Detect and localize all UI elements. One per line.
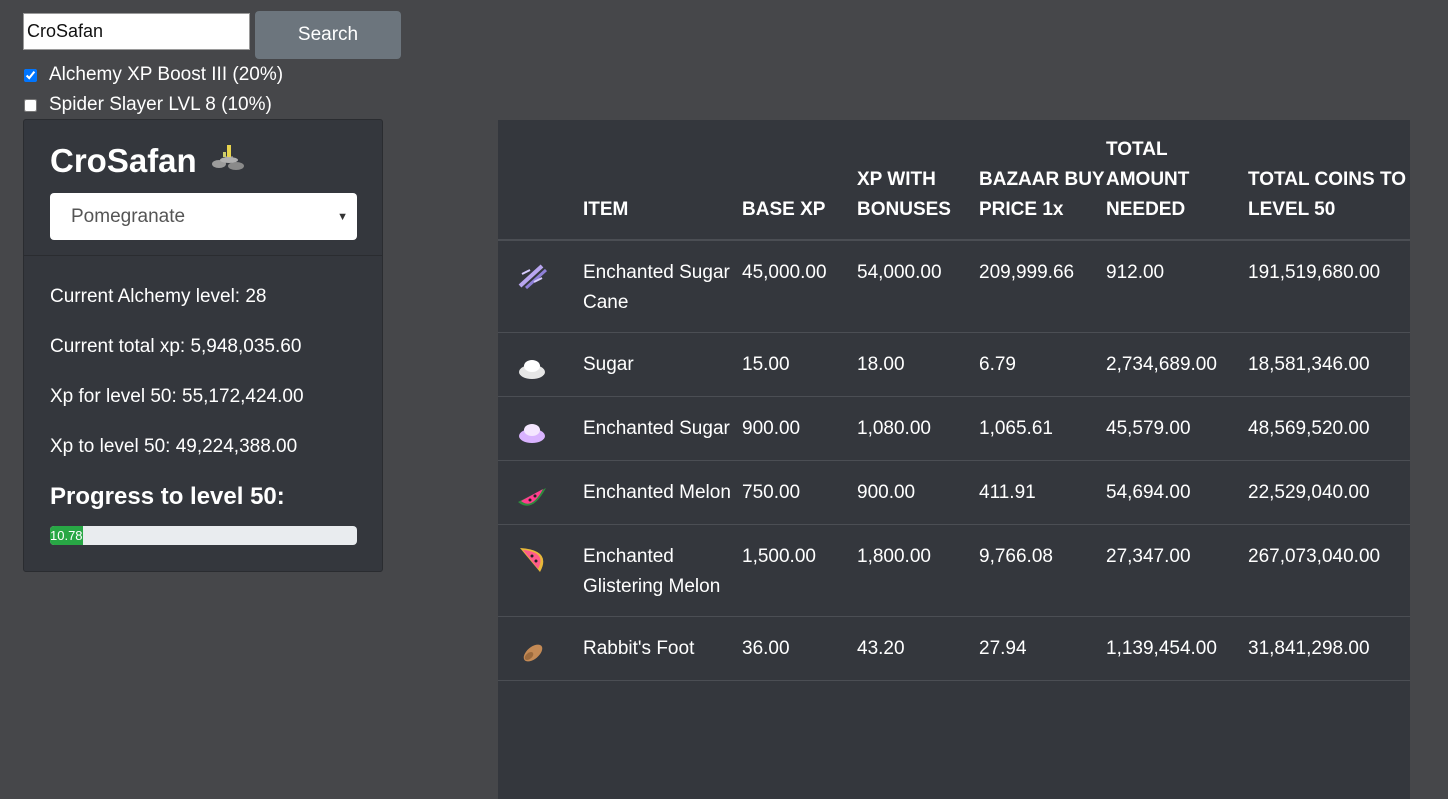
item-xp-bonus: 18.00 (857, 332, 979, 397)
item-base-xp: 900.00 (742, 396, 857, 461)
enchanted-glistering-melon-icon (520, 548, 544, 572)
table-row: Enchanted Melon 750.00 900.00 411.91 54,… (498, 460, 1410, 525)
profile-card-header: CroSafan Pomegranate ▼ (24, 120, 382, 256)
item-amount: 912.00 (1106, 240, 1248, 333)
profile-select-value: Pomegranate (71, 205, 186, 227)
item-coins: 18,581,346.00 (1248, 332, 1410, 397)
search-input[interactable] (23, 13, 250, 50)
item-base-xp: 1,500.00 (742, 524, 857, 617)
item-icon-cell (498, 524, 583, 617)
boost-spider-slayer-checkbox[interactable] (24, 98, 37, 112)
item-amount: 27,347.00 (1106, 524, 1248, 617)
item-coins: 22,529,040.00 (1248, 460, 1410, 525)
item-xp-bonus: 43.20 (857, 616, 979, 681)
header-bazaar-price: BAZAAR BUY PRICE 1x (979, 120, 1106, 241)
header-total-coins: TOTAL COINS TO LEVEL 50 (1248, 120, 1410, 241)
enchanted-melon-icon (518, 488, 546, 506)
item-coins: 191,519,680.00 (1248, 240, 1410, 333)
items-table: ITEM BASE XP XP WITH BONUSES BAZAAR BUY … (498, 120, 1410, 681)
progress-bar: 10.78 (50, 526, 357, 545)
item-xp-bonus: 900.00 (857, 460, 979, 525)
table-row: Enchanted Sugar Cane 45,000.00 54,000.00… (498, 240, 1410, 333)
item-base-xp: 750.00 (742, 460, 857, 525)
item-xp-bonus: 1,080.00 (857, 396, 979, 461)
profile-name: CroSafan (50, 142, 197, 179)
progress-bar-fill: 10.78 (50, 526, 84, 545)
enchanted-sugar-cane-icon (518, 264, 548, 290)
item-name: Enchanted Sugar Cane (583, 240, 742, 333)
stat-current-level: Current Alchemy level: 28 (50, 286, 267, 307)
item-name: Enchanted Melon (583, 460, 742, 525)
boost-alchemy-xp[interactable]: Alchemy XP Boost III (20%) (22, 63, 283, 87)
search-button[interactable]: Search (255, 11, 401, 59)
item-price: 209,999.66 (979, 240, 1106, 333)
item-name: Enchanted Glistering Melon (583, 524, 742, 617)
item-name: Enchanted Sugar (583, 396, 742, 461)
item-name: Rabbit's Foot (583, 616, 742, 681)
profile-name-row: CroSafan (50, 142, 247, 180)
item-base-xp: 15.00 (742, 332, 857, 397)
item-icon-cell (498, 616, 583, 681)
brewing-stand-icon (209, 142, 247, 180)
table-row: Sugar 15.00 18.00 6.79 2,734,689.00 18,5… (498, 332, 1410, 397)
item-price: 411.91 (979, 460, 1106, 525)
item-base-xp: 36.00 (742, 616, 857, 681)
item-price: 6.79 (979, 332, 1106, 397)
boost-spider-slayer-label: Spider Slayer LVL 8 (10%) (49, 94, 272, 115)
boost-spider-slayer[interactable]: Spider Slayer LVL 8 (10%) (22, 93, 272, 117)
items-table-panel: ITEM BASE XP XP WITH BONUSES BAZAAR BUY … (498, 120, 1410, 799)
item-icon-cell (498, 396, 583, 461)
progress-title: Progress to level 50: (50, 483, 285, 510)
item-base-xp: 45,000.00 (742, 240, 857, 333)
stat-xp-for-level: Xp for level 50: 55,172,424.00 (50, 386, 304, 407)
item-xp-bonus: 1,800.00 (857, 524, 979, 617)
item-icon-cell (498, 332, 583, 397)
table-row: Rabbit's Foot 36.00 43.20 27.94 1,139,45… (498, 616, 1410, 681)
item-price: 9,766.08 (979, 524, 1106, 617)
stat-current-xp: Current total xp: 5,948,035.60 (50, 336, 302, 357)
sugar-icon (519, 360, 545, 379)
table-row: Enchanted Glistering Melon 1,500.00 1,80… (498, 524, 1410, 617)
stat-xp-to-level: Xp to level 50: 49,224,388.00 (50, 436, 298, 457)
header-base-xp: BASE XP (742, 120, 857, 241)
header-xp-with-bonuses: XP WITH BONUSES (857, 120, 979, 241)
item-amount: 2,734,689.00 (1106, 332, 1248, 397)
table-row: Enchanted Sugar 900.00 1,080.00 1,065.61… (498, 396, 1410, 461)
caret-down-icon: ▼ (337, 210, 348, 223)
table-header-row: ITEM BASE XP XP WITH BONUSES BAZAAR BUY … (498, 120, 1410, 241)
item-amount: 45,579.00 (1106, 396, 1248, 461)
profile-select[interactable]: Pomegranate ▼ (50, 193, 357, 240)
item-price: 27.94 (979, 616, 1106, 681)
item-xp-bonus: 54,000.00 (857, 240, 979, 333)
item-coins: 267,073,040.00 (1248, 524, 1410, 617)
item-price: 1,065.61 (979, 396, 1106, 461)
item-amount: 54,694.00 (1106, 460, 1248, 525)
item-coins: 31,841,298.00 (1248, 616, 1410, 681)
item-coins: 48,569,520.00 (1248, 396, 1410, 461)
boost-alchemy-xp-checkbox[interactable] (24, 68, 37, 82)
rabbits-foot-icon (523, 644, 543, 662)
header-total-amount: TOTAL AMOUNT NEEDED (1106, 120, 1248, 241)
item-icon-cell (498, 460, 583, 525)
header-icon (498, 120, 583, 241)
profile-card: CroSafan Pomegranate ▼ Current Alchemy l… (23, 119, 383, 572)
boost-alchemy-xp-label: Alchemy XP Boost III (20%) (49, 64, 284, 85)
item-amount: 1,139,454.00 (1106, 616, 1248, 681)
header-item: ITEM (583, 120, 742, 241)
item-icon-cell (498, 240, 583, 333)
enchanted-sugar-icon (519, 424, 545, 443)
item-name: Sugar (583, 332, 742, 397)
